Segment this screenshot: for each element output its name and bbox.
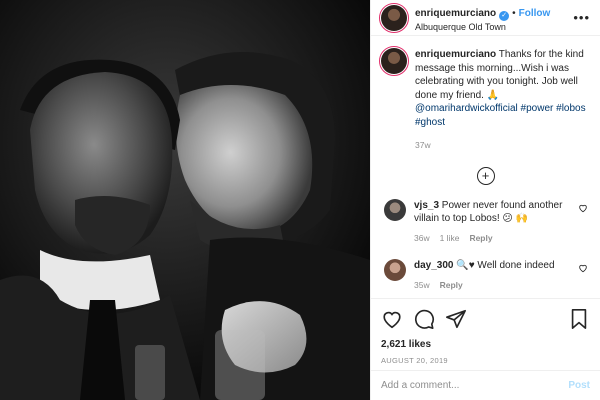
plus-circle-icon: +: [481, 167, 490, 183]
caption-author-username[interactable]: enriquemurciano: [415, 49, 496, 60]
reply-button[interactable]: Reply: [469, 233, 492, 243]
comment-age[interactable]: 36w: [414, 233, 430, 243]
comment-item: vjs_3 Power never found another villain …: [381, 198, 590, 246]
comment-item: day_300 🔍♥ Well done indeed 35w Reply: [381, 259, 590, 292]
comment-body: day_300 🔍♥ Well done indeed 35w Reply: [414, 259, 574, 292]
comment-icon[interactable]: [413, 308, 435, 330]
post-actions: 2,621 likes AUGUST 20, 2019: [371, 298, 600, 370]
post-header: enriquemurciano ✓ • Follow Albuquerque Old …: [371, 0, 600, 36]
follow-button[interactable]: Follow: [519, 8, 551, 19]
caption-author-avatar[interactable]: [379, 46, 409, 76]
comment-meta: 35w Reply: [414, 279, 574, 293]
action-icon-row: [381, 307, 590, 331]
post-date[interactable]: AUGUST 20, 2019: [381, 356, 590, 365]
likes-count[interactable]: 2,621 likes: [381, 339, 590, 350]
reply-button[interactable]: Reply: [440, 280, 463, 290]
commenter-username[interactable]: day_300: [414, 260, 453, 271]
caption-mention-link[interactable]: @omarihardwickofficial: [415, 103, 518, 114]
author-avatar[interactable]: [379, 2, 409, 33]
comment-text: 🔍♥ Well done indeed: [453, 260, 555, 271]
more-options-icon[interactable]: •••: [573, 10, 590, 25]
commenter-avatar[interactable]: [384, 259, 406, 281]
caption-age[interactable]: 37w: [415, 139, 590, 153]
header-separator: •: [512, 7, 516, 19]
add-comment-bar: Post: [371, 370, 600, 400]
comment-input[interactable]: [381, 380, 569, 391]
post-photo[interactable]: [0, 0, 370, 400]
post-photo-image: [0, 0, 370, 400]
caption-body: enriquemurciano Thanks for the kind mess…: [415, 48, 590, 153]
post-location[interactable]: Albuquerque Old Town: [415, 22, 550, 33]
comment-age[interactable]: 35w: [414, 280, 430, 290]
verified-badge-icon: ✓: [499, 10, 510, 21]
author-info: enriquemurciano ✓ • Follow Albuquerque Old …: [415, 2, 550, 33]
author-username[interactable]: enriquemurciano: [415, 8, 496, 19]
comment-meta: 36w 1 like Reply: [414, 232, 574, 246]
comment-like-heart-icon[interactable]: [578, 203, 588, 213]
commenter-avatar[interactable]: [384, 198, 406, 221]
commenter-username[interactable]: vjs_3: [414, 200, 439, 211]
post-comment-button[interactable]: Post: [568, 380, 590, 391]
comment-body: vjs_3 Power never found another villain …: [414, 199, 574, 246]
comments-section[interactable]: enriquemurciano Thanks for the kind mess…: [371, 36, 600, 298]
post-caption: enriquemurciano Thanks for the kind mess…: [379, 46, 590, 153]
load-more-comments-button[interactable]: +: [476, 166, 495, 185]
post-side-panel: enriquemurciano ✓ • Follow Albuquerque Old …: [370, 0, 600, 400]
heart-icon[interactable]: [381, 308, 403, 330]
comment-likes[interactable]: 1 like: [440, 233, 460, 243]
bookmark-icon[interactable]: [568, 308, 590, 330]
share-icon[interactable]: [445, 308, 467, 330]
comment-like-heart-icon[interactable]: [578, 263, 588, 273]
